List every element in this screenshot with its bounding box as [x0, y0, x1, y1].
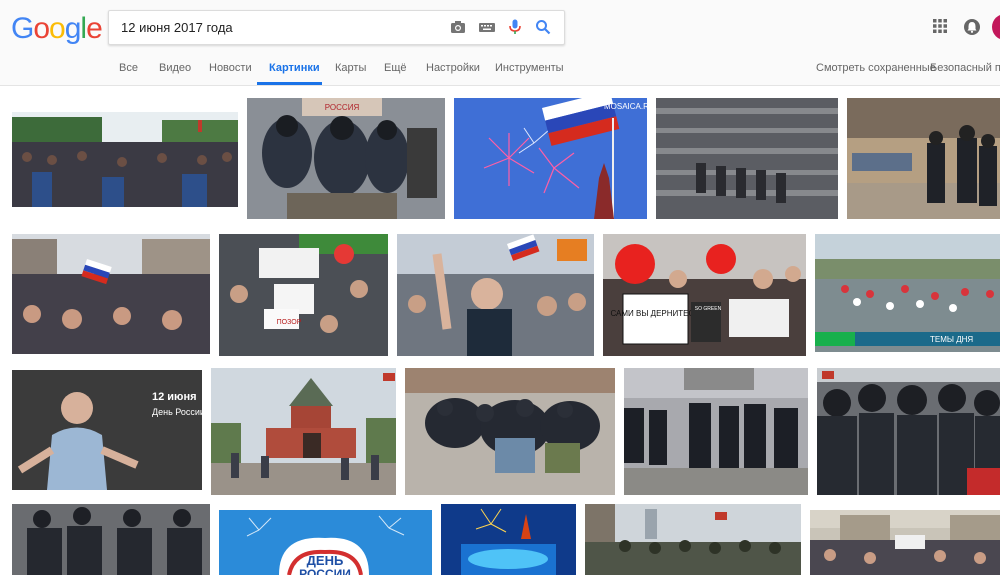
image-result[interactable] [211, 368, 396, 495]
tab-settings[interactable]: Настройки [426, 62, 480, 74]
image-result[interactable]: ПОЗОР [219, 234, 388, 356]
keyboard-icon[interactable] [478, 18, 496, 36]
so-green-text: SO GREEN [695, 306, 722, 312]
saved-images-link[interactable]: Смотреть сохраненные [816, 62, 936, 74]
image-results-grid: РОССИЯ MOSAICA.RU [0, 86, 1000, 575]
tab-tools[interactable]: Инструменты [495, 62, 564, 74]
image-result[interactable] [656, 98, 838, 219]
tab-all[interactable]: Все [119, 62, 138, 74]
poster-text: ПОЗОР [277, 319, 302, 326]
russia-banner-text: РОССИЯ [325, 103, 360, 112]
riot-police-line-photo [624, 368, 808, 495]
image-result[interactable]: 12 июня День России [12, 370, 202, 490]
image-result[interactable] [12, 112, 238, 207]
image-result[interactable]: РОССИЯ [247, 98, 445, 219]
russia-day-card: ДЕНЬ РОССИИ [219, 510, 432, 575]
image-result[interactable] [441, 504, 576, 575]
police-street-photo [847, 98, 1000, 219]
detention-photo [12, 504, 210, 575]
concert-fireworks-photo [441, 504, 576, 575]
navalny-video-photo: 12 июня День России [12, 370, 202, 490]
tab-news[interactable]: Новости [209, 62, 252, 74]
header: Google 12 июня 2017 года Все Видео Новос… [0, 0, 1000, 86]
apps-grid-icon[interactable] [932, 18, 948, 34]
image-result[interactable] [624, 368, 808, 495]
tab-images[interactable]: Картинки [269, 62, 320, 74]
image-result[interactable] [585, 504, 801, 575]
search-icon[interactable] [534, 18, 552, 36]
video-subtitle: День России [152, 407, 202, 417]
helmeted-police-photo [817, 368, 1000, 495]
tv-caption: ТЕМЫ ДНЯ [930, 335, 973, 344]
kremlin-tower-photo [211, 368, 396, 495]
image-result[interactable] [817, 368, 1000, 495]
navalny-selfie-photo [397, 234, 594, 356]
tab-more[interactable]: Ещё [384, 62, 407, 74]
active-tab-indicator [257, 82, 322, 85]
image-result[interactable]: САМИ ВЫ ДЕРНИТЕСЬ SO GREEN [603, 234, 806, 356]
poster-text: САМИ ВЫ ДЕРНИТЕСЬ [610, 309, 699, 318]
crowd-rally-photo [12, 112, 238, 207]
safe-search-link[interactable]: Безопасный поиск [930, 62, 1000, 74]
search-box[interactable]: 12 июня 2017 года [108, 10, 565, 45]
notifications-bell-icon[interactable] [963, 18, 981, 36]
mosaica-watermark: MOSAICA.RU [604, 102, 647, 111]
crowd-aerial-photo [656, 98, 838, 219]
image-result[interactable] [405, 368, 615, 495]
image-result[interactable] [12, 234, 210, 354]
protest-signs-photo: ПОЗОР [219, 234, 388, 356]
soldiers-march-photo [585, 504, 801, 575]
tv-parade-photo: ТЕМЫ ДНЯ [815, 234, 1000, 352]
image-result[interactable]: ТЕМЫ ДНЯ [815, 234, 1000, 352]
avatar[interactable] [992, 14, 1000, 40]
card-title: ДЕНЬ [307, 553, 344, 568]
city-crowd-photo [810, 510, 1000, 575]
police-detain-photo: РОССИЯ [247, 98, 445, 219]
search-input[interactable]: 12 июня 2017 года [121, 20, 233, 35]
image-result[interactable]: MOSAICA.RU [454, 98, 647, 219]
google-logo[interactable]: Google [11, 12, 103, 46]
fireworks-flag-photo: MOSAICA.RU [454, 98, 647, 219]
microphone-icon[interactable] [506, 18, 524, 36]
card-subtitle: РОССИИ [299, 567, 351, 575]
image-result[interactable] [847, 98, 1000, 219]
tab-video[interactable]: Видео [159, 62, 191, 74]
image-result[interactable] [12, 504, 210, 575]
tab-maps[interactable]: Карты [335, 62, 366, 74]
street-crowd-flag-photo [12, 234, 210, 354]
police-crowd-photo [405, 368, 615, 495]
protest-posters-photo: САМИ ВЫ ДЕРНИТЕСЬ SO GREEN [603, 234, 806, 356]
image-result[interactable] [810, 510, 1000, 575]
video-title: 12 июня [152, 391, 197, 403]
image-result[interactable] [397, 234, 594, 356]
camera-icon[interactable] [449, 18, 467, 36]
image-result[interactable]: ДЕНЬ РОССИИ [219, 510, 432, 575]
